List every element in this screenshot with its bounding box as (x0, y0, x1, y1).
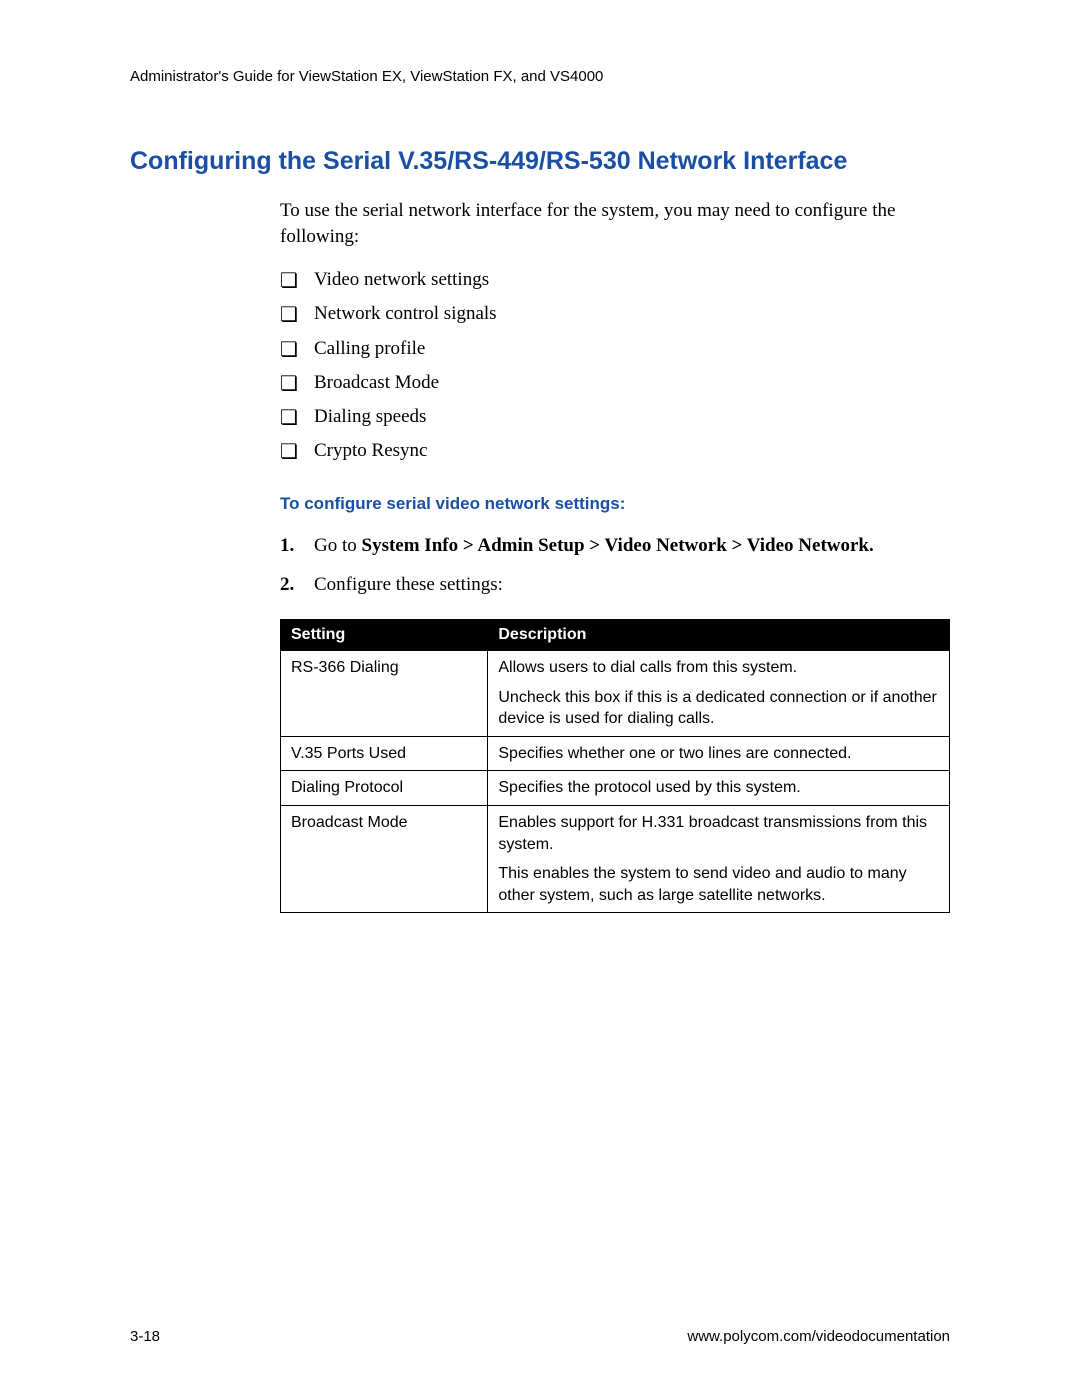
setting-cell: Dialing Protocol (281, 771, 488, 806)
table-row: Broadcast Mode Enables support for H.331… (281, 805, 950, 912)
table-row: V.35 Ports Used Specifies whether one or… (281, 736, 950, 771)
description-cell: Specifies whether one or two lines are c… (488, 736, 950, 771)
table-header-description: Description (488, 620, 950, 651)
procedure-subheading: To configure serial video network settin… (280, 494, 950, 514)
description-paragraph: Specifies whether one or two lines are c… (498, 743, 939, 765)
setting-cell: V.35 Ports Used (281, 736, 488, 771)
setting-cell: Broadcast Mode (281, 805, 488, 912)
description-cell: Allows users to dial calls from this sys… (488, 651, 950, 737)
checklist-item: Network control signals (280, 297, 950, 331)
checklist-item: Video network settings (280, 263, 950, 297)
table-row: Dialing Protocol Specifies the protocol … (281, 771, 950, 806)
config-checklist: Video network settings Network control s… (280, 263, 950, 468)
table-header-row: Setting Description (281, 620, 950, 651)
checklist-item: Crypto Resync (280, 434, 950, 468)
setting-cell: RS-366 Dialing (281, 651, 488, 737)
running-header: Administrator's Guide for ViewStation EX… (130, 68, 950, 85)
page-number: 3-18 (130, 1328, 160, 1345)
description-cell: Enables support for H.331 broadcast tran… (488, 805, 950, 912)
table-header-setting: Setting (281, 620, 488, 651)
description-cell: Specifies the protocol used by this syst… (488, 771, 950, 806)
step-item: Configure these settings: (280, 569, 950, 601)
table-row: RS-366 Dialing Allows users to dial call… (281, 651, 950, 737)
intro-paragraph: To use the serial network interface for … (280, 198, 950, 249)
description-paragraph: Enables support for H.331 broadcast tran… (498, 812, 939, 855)
step-prefix: Go to (314, 535, 362, 556)
page: Administrator's Guide for ViewStation EX… (0, 0, 1080, 1397)
step-nav-path: System Info > Admin Setup > Video Networ… (362, 535, 874, 556)
checklist-item: Calling profile (280, 332, 950, 366)
checklist-item: Dialing speeds (280, 400, 950, 434)
description-paragraph: Allows users to dial calls from this sys… (498, 657, 939, 679)
checklist-item: Broadcast Mode (280, 366, 950, 400)
description-paragraph: Specifies the protocol used by this syst… (498, 777, 939, 799)
body-content: To use the serial network interface for … (280, 198, 950, 913)
procedure-steps: Go to System Info > Admin Setup > Video … (280, 530, 950, 601)
description-paragraph: This enables the system to send video an… (498, 863, 939, 906)
settings-table: Setting Description RS-366 Dialing Allow… (280, 619, 950, 913)
footer-url: www.polycom.com/videodocumentation (687, 1328, 950, 1345)
section-title: Configuring the Serial V.35/RS-449/RS-53… (130, 147, 950, 176)
description-paragraph: Uncheck this box if this is a dedicated … (498, 687, 939, 730)
step-item: Go to System Info > Admin Setup > Video … (280, 530, 950, 562)
page-footer: 3-18 www.polycom.com/videodocumentation (130, 1328, 950, 1345)
